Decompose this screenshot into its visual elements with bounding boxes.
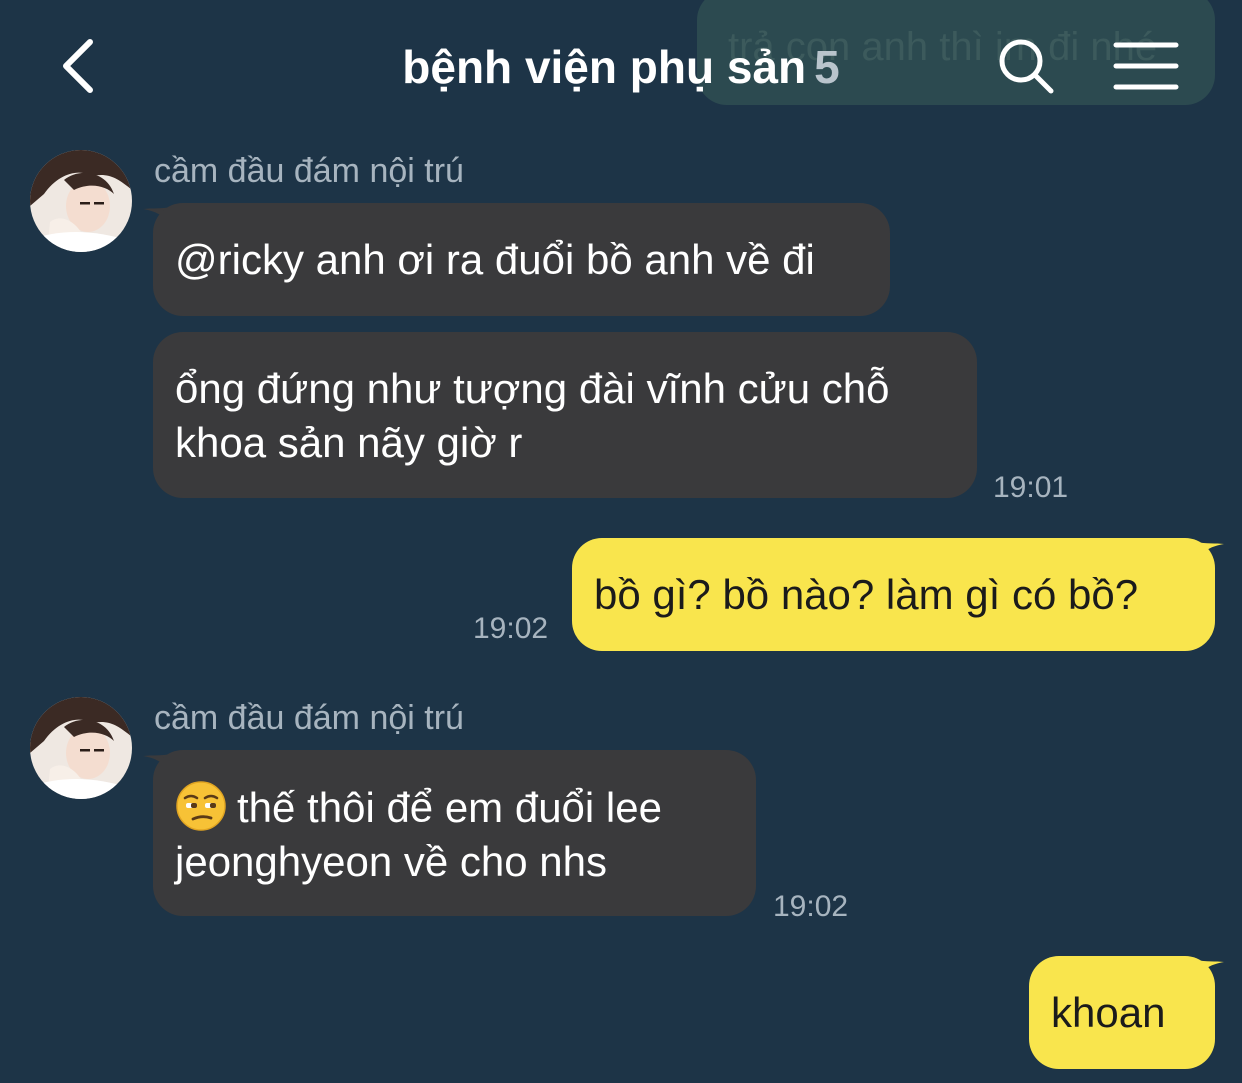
message-bubble[interactable]: @ricky anh ơi ra đuổi bồ anh về đi (153, 203, 890, 316)
message-text: @ricky anh ơi ra đuổi bồ anh về đi (175, 236, 815, 283)
member-count: 5 (814, 41, 840, 93)
message-text-line: jeonghyeon về cho nhs (175, 838, 607, 885)
avatar[interactable] (30, 150, 132, 252)
search-button[interactable] (996, 36, 1056, 96)
sender-name: cầm đầu đám nội trú (154, 152, 464, 190)
message-text: khoan (1051, 989, 1166, 1036)
message-bubble-outgoing[interactable]: khoan (1029, 956, 1215, 1069)
message-text: bồ gì? bồ nào? làm gì có bồ? (594, 571, 1139, 618)
profile-photo (30, 697, 132, 799)
menu-button[interactable] (1112, 40, 1180, 92)
message-bubble-outgoing[interactable]: bồ gì? bồ nào? làm gì có bồ? (572, 538, 1215, 651)
bubble-tail (1196, 960, 1224, 978)
avatar[interactable] (30, 697, 132, 799)
message-text-line: ổng đứng như tượng đài vĩnh cửu chỗ (175, 365, 890, 412)
profile-photo (30, 150, 132, 252)
message-timestamp: 19:01 (993, 471, 1069, 504)
message-text-line: thế thôi để em đuổi lee (237, 784, 662, 831)
message-bubble[interactable]: ổng đứng như tượng đài vĩnh cửu chỗ khoa… (153, 332, 977, 498)
message-timestamp: 19:02 (473, 612, 549, 645)
search-icon (999, 39, 1054, 94)
chat-title-text: bệnh viện phụ sản (402, 41, 807, 93)
bubble-tail (1196, 542, 1224, 560)
chat-header: bệnh viện phụ sản 5 (0, 0, 1242, 135)
hamburger-menu-icon (1113, 42, 1179, 90)
sender-name: cầm đầu đám nội trú (154, 699, 464, 737)
message-bubble[interactable]: thế thôi để em đuổi lee jeonghyeon về ch… (153, 750, 756, 916)
message-timestamp: 19:02 (773, 890, 849, 923)
message-text-line: khoa sản nãy giờ r (175, 419, 523, 466)
unamused-face-icon (176, 781, 226, 831)
